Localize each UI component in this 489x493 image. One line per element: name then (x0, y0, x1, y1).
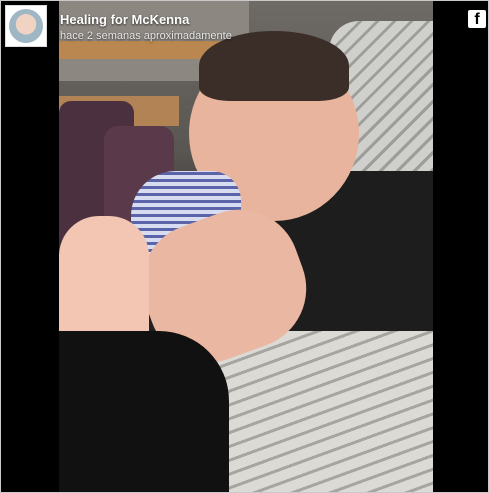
video-embed-frame: Healing for McKenna hace 2 semanas aprox… (0, 0, 489, 493)
avatar-image (9, 9, 43, 43)
facebook-icon[interactable]: f (468, 10, 486, 28)
post-photo[interactable] (59, 1, 433, 492)
avatar[interactable] (5, 5, 47, 47)
photo-adult-sleeve (59, 331, 229, 492)
post-timestamp[interactable]: hace 2 semanas aproximadamente (60, 30, 232, 42)
post-author[interactable]: Healing for McKenna (60, 12, 189, 27)
photo-baby-wrap (209, 331, 433, 492)
